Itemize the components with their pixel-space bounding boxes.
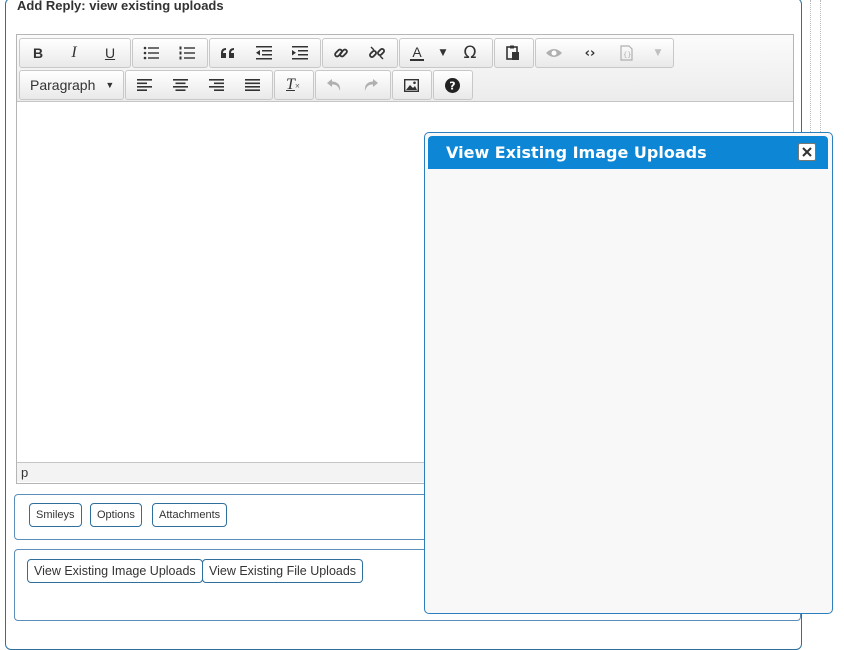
dialog-header: View Existing Image Uploads — [428, 136, 828, 169]
toolbar-group-image — [392, 70, 432, 100]
editor-toolbar: B I U A ▼ Ω ‹› {} ▼ Paragraph ▼ T× ? — [17, 35, 793, 102]
unlink-button[interactable] — [359, 39, 395, 67]
chevron-down-icon: ▼ — [439, 48, 447, 58]
outdent-button[interactable] — [246, 39, 282, 67]
italic-button[interactable]: I — [56, 39, 92, 67]
link-button[interactable] — [323, 39, 359, 67]
paste-button[interactable] — [495, 39, 531, 67]
clear-format-button[interactable]: T× — [275, 71, 311, 99]
insert-image-button[interactable] — [393, 71, 429, 99]
redo-icon — [364, 79, 378, 91]
undo-button[interactable] — [316, 71, 352, 99]
view-file-uploads-button[interactable]: View Existing File Uploads — [202, 559, 364, 583]
image-icon — [403, 78, 419, 92]
source-code-button[interactable]: ‹› — [572, 39, 608, 67]
indent-icon — [292, 46, 308, 60]
outdent-icon — [256, 46, 272, 60]
toolbar-group-insert: A ▼ Ω — [399, 38, 493, 68]
dialog-close-button[interactable] — [798, 143, 816, 161]
dialog-body — [428, 170, 828, 610]
bullet-list-icon — [143, 46, 159, 60]
svg-text:?: ? — [449, 79, 455, 92]
toolbar-group-align — [125, 70, 273, 100]
toolbar-group-links — [322, 38, 398, 68]
align-justify-icon — [244, 79, 260, 91]
svg-text:{}: {} — [623, 51, 631, 59]
unlink-icon — [369, 46, 385, 60]
align-center-icon — [172, 79, 188, 91]
clear-format-glyph: T — [286, 76, 295, 93]
align-center-button[interactable] — [162, 71, 198, 99]
blockquote-button[interactable] — [210, 39, 246, 67]
image-uploads-dialog: View Existing Image Uploads — [424, 132, 833, 614]
align-left-icon — [136, 79, 152, 91]
view-image-uploads-button[interactable]: View Existing Image Uploads — [27, 559, 203, 583]
template-button[interactable]: {} — [608, 39, 644, 67]
toolbar-group-clear: T× — [274, 70, 314, 100]
format-select-value: Paragraph — [30, 77, 96, 93]
preview-icon — [546, 49, 562, 57]
text-color-icon: A — [410, 44, 424, 61]
toolbar-group-history — [315, 70, 391, 100]
attachments-button[interactable]: Attachments — [152, 503, 228, 527]
reply-form-legend: Add Reply: view existing uploads — [12, 0, 229, 13]
underline-icon: U — [104, 45, 116, 61]
text-color-dropdown[interactable]: ▼ — [434, 39, 452, 67]
chevron-down-icon: ▼ — [654, 48, 662, 58]
bullet-list-button[interactable] — [133, 39, 169, 67]
numbered-list-icon — [179, 46, 195, 60]
text-color-button[interactable]: A — [400, 39, 434, 67]
format-select-label: Paragraph ▼ — [20, 71, 124, 99]
toolbar-group-view: ‹› {} ▼ — [535, 38, 674, 68]
preview-button[interactable] — [536, 39, 572, 67]
blockquote-icon — [221, 48, 234, 58]
dialog-title: View Existing Image Uploads — [446, 143, 707, 162]
numbered-list-button[interactable] — [169, 39, 205, 67]
align-right-button[interactable] — [198, 71, 234, 99]
help-button[interactable]: ? — [434, 71, 470, 99]
paste-icon — [506, 45, 519, 60]
smileys-button[interactable]: Smileys — [29, 503, 82, 527]
toolbar-group-text-style: B I U — [19, 38, 131, 68]
bold-icon: B — [32, 45, 44, 61]
toolbar-group-blocks — [209, 38, 321, 68]
align-right-icon — [208, 79, 224, 91]
redo-button[interactable] — [352, 71, 388, 99]
toolbar-group-help: ? — [433, 70, 473, 100]
format-select[interactable]: Paragraph ▼ — [19, 70, 124, 100]
toolbar-group-lists — [132, 38, 208, 68]
underline-button[interactable]: U — [92, 39, 128, 67]
link-icon — [334, 48, 348, 58]
italic-icon: I — [71, 44, 77, 61]
code-icon: ‹› — [584, 45, 596, 61]
options-button[interactable]: Options — [90, 503, 142, 527]
special-char-button[interactable]: Ω — [452, 39, 488, 67]
toolbar-group-paste — [494, 38, 534, 68]
indent-button[interactable] — [282, 39, 318, 67]
bold-button[interactable]: B — [20, 39, 56, 67]
align-left-button[interactable] — [126, 71, 162, 99]
undo-icon — [326, 79, 340, 91]
chevron-down-icon: ▼ — [105, 80, 115, 90]
template-dropdown[interactable]: ▼ — [644, 39, 672, 67]
close-icon — [802, 147, 812, 157]
align-justify-button[interactable] — [234, 71, 270, 99]
special-char-icon: Ω — [463, 43, 477, 63]
clear-format-icon: T× — [286, 76, 300, 93]
template-icon: {} — [619, 45, 633, 61]
help-icon: ? — [444, 77, 460, 93]
